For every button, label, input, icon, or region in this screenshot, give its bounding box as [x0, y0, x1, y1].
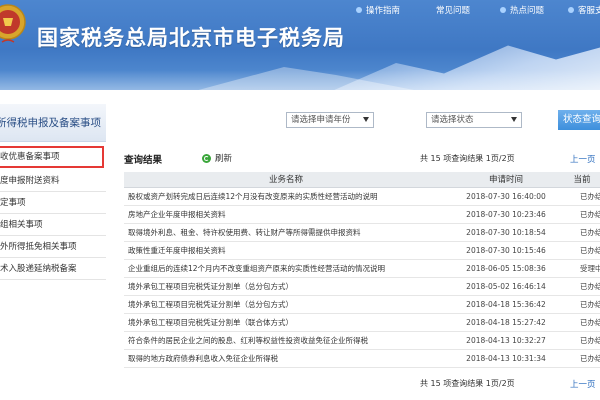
sidebar-item-determination[interactable]: 定事项 [0, 192, 106, 214]
row-business-name[interactable]: 境外承包工程项目完税凭证分割单（总分包方式） [124, 277, 448, 296]
table-row: 股权或资产划转完成日后连续12个月没有改变原来的实质性经营活动的说明 2018-0… [124, 187, 600, 206]
status-select-value: 请选择状态 [431, 115, 474, 125]
tax-emblem-icon [0, 4, 26, 43]
results-toolbar: 查询结果 刷新 共 15 项查询结果 1页/2页 上一页 [124, 152, 600, 166]
row-business-name[interactable]: 政策性重迁年度申报相关资料 [124, 241, 448, 260]
row-apply-time: 2018-04-18 15:36:42 [448, 295, 564, 314]
filter-bar: 请选择申请年份 请选择状态 状态查询 [110, 104, 600, 138]
row-business-name[interactable]: 符合条件的居民企业之间的股息、红利等权益性投资收益免征企业所得税 [124, 331, 448, 350]
dropdown-arrow-icon [363, 117, 369, 122]
row-apply-time: 2018-04-13 10:31:34 [448, 349, 564, 368]
row-apply-time: 2018-04-13 10:32:27 [448, 331, 564, 350]
row-apply-time: 2018-07-30 10:15:46 [448, 241, 564, 260]
table-row: 境外承包工程项目完税凭证分割单（总分包方式） 2018-04-18 15:36:4… [124, 295, 600, 314]
row-business-name[interactable]: 取得的地方政府债券利息收入免征企业所得税 [124, 349, 448, 368]
refresh-icon [202, 153, 211, 163]
sidebar-item-foreign-credit[interactable]: 外所得抵免相关事项 [0, 236, 106, 258]
refresh-button[interactable]: 刷新 [202, 152, 232, 164]
row-status: 已办结 [564, 349, 600, 368]
table-row: 企业重组后的连续12个月内不改变重组资产原来的实质性经营活动的情况说明 2018-… [124, 259, 600, 278]
row-apply-time: 2018-04-18 15:27:42 [448, 313, 564, 332]
status-select[interactable]: 请选择状态 [426, 112, 522, 128]
bullet-dot-icon [568, 7, 574, 13]
row-business-name[interactable]: 房地产企业年度申报相关资料 [124, 205, 448, 224]
table-row: 符合条件的居民企业之间的股息、红利等权益性投资收益免征企业所得税 2018-04-… [124, 331, 600, 350]
row-status: 受理中 [564, 259, 600, 278]
dropdown-arrow-icon [511, 117, 517, 122]
table-row: 取得境外利息、租金、特许权使用费、转让财产等所得需提供申报资料 2018-07-3… [124, 223, 600, 242]
row-apply-time: 2018-07-30 10:23:46 [448, 205, 564, 224]
nav-label: 热点问题 [510, 6, 545, 16]
sidebar-heading: 所得税申报及备案事项 [0, 104, 106, 142]
table-row: 境外承包工程项目完税凭证分割单（联合体方式） 2018-04-18 15:27:4… [124, 313, 600, 332]
site-title: 国家税务总局北京市电子税务局 [37, 25, 345, 50]
table-row: 境外承包工程项目完税凭证分割单（总分包方式） 2018-05-02 16:46:1… [124, 277, 600, 296]
sidebar-item-preferential-filing[interactable]: 收优惠备案事项 [0, 146, 104, 168]
top-navigation: 操作指南 常见问题 热点问题 客服支持 [350, 3, 600, 17]
row-status: 已办结 [564, 187, 600, 206]
row-business-name[interactable]: 境外承包工程项目完税凭证分割单（联合体方式） [124, 313, 448, 332]
table-row: 政策性重迁年度申报相关资料2018-07-30 10:15:46已办结 [124, 241, 600, 260]
nav-label: 操作指南 [366, 6, 401, 16]
sidebar: 所得税申报及备案事项 收优惠备案事项 度申报附送资料 定事项 组相关事项 外所得… [0, 104, 106, 400]
nav-operation-guide[interactable]: 操作指南 [356, 3, 400, 17]
year-select-value: 请选择申请年份 [291, 115, 351, 125]
column-header-business-name: 业务名称 [124, 172, 448, 188]
row-status: 已办结 [564, 205, 600, 224]
refresh-label: 刷新 [215, 154, 233, 164]
prev-page-link-bottom[interactable]: 上一页 [570, 378, 596, 390]
column-header-apply-time: 申请时间 [448, 172, 564, 188]
row-status: 已办结 [564, 295, 600, 314]
sidebar-item-restructuring[interactable]: 组相关事项 [0, 214, 106, 236]
nav-label: 常见问题 [436, 6, 471, 16]
row-status: 已办结 [564, 223, 600, 242]
bullet-dot-icon [500, 7, 506, 13]
sidebar-item-annual-attachments[interactable]: 度申报附送资料 [0, 170, 106, 192]
row-status: 已办结 [564, 241, 600, 260]
row-apply-time: 2018-06-05 15:08:36 [448, 259, 564, 278]
row-business-name[interactable]: 境外承包工程项目完税凭证分割单（总分包方式） [124, 295, 448, 314]
nav-hot-issues[interactable]: 热点问题 [500, 3, 544, 17]
row-apply-time: 2018-07-30 16:40:00 [448, 187, 564, 206]
row-status: 已办结 [564, 331, 600, 350]
row-business-name[interactable]: 取得境外利息、租金、特许权使用费、转让财产等所得需提供申报资料 [124, 223, 448, 242]
row-status: 已办结 [564, 313, 600, 332]
table-header-row: 业务名称 申请时间 当前 [124, 172, 600, 188]
year-select[interactable]: 请选择申请年份 [286, 112, 374, 128]
nav-faq[interactable]: 常见问题 [436, 3, 470, 17]
table-row: 房地产企业年度申报相关资料2018-07-30 10:23:46已办结 [124, 205, 600, 224]
results-title: 查询结果 [124, 155, 163, 166]
column-header-current-status: 当前 [564, 172, 600, 188]
paging-info: 共 15 项查询结果 1页/2页 [420, 154, 515, 163]
bullet-dot-icon [356, 7, 362, 13]
table-row: 取得的地方政府债券利息收入免征企业所得税 2018-04-13 10:31:34 已… [124, 349, 600, 368]
sidebar-item-tech-equity-deferral[interactable]: 术入股递延纳税备案 [0, 258, 106, 280]
nav-label: 客服支持 [578, 6, 600, 16]
row-business-name[interactable]: 企业重组后的连续12个月内不改变重组资产原来的实质性经营活动的情况说明 [124, 259, 448, 278]
site-header: 国家税务总局北京市电子税务局 操作指南 常见问题 热点问题 客服支持 [0, 0, 600, 90]
nav-customer-support[interactable]: 客服支持 [568, 3, 600, 17]
row-status: 已办结 [564, 277, 600, 296]
header-fade [0, 70, 600, 90]
prev-page-link[interactable]: 上一页 [570, 153, 596, 165]
row-apply-time: 2018-05-02 16:46:14 [448, 277, 564, 296]
status-query-button[interactable]: 状态查询 [558, 110, 600, 130]
results-table: 业务名称 申请时间 当前 股权或资产划转完成日后连续12个月没有改变原来的实质性… [124, 172, 600, 368]
row-apply-time: 2018-07-30 10:18:54 [448, 223, 564, 242]
paging-info-bottom: 共 15 项查询结果 1页/2页 [420, 379, 515, 388]
row-business-name[interactable]: 股权或资产划转完成日后连续12个月没有改变原来的实质性经营活动的说明 [124, 187, 448, 206]
